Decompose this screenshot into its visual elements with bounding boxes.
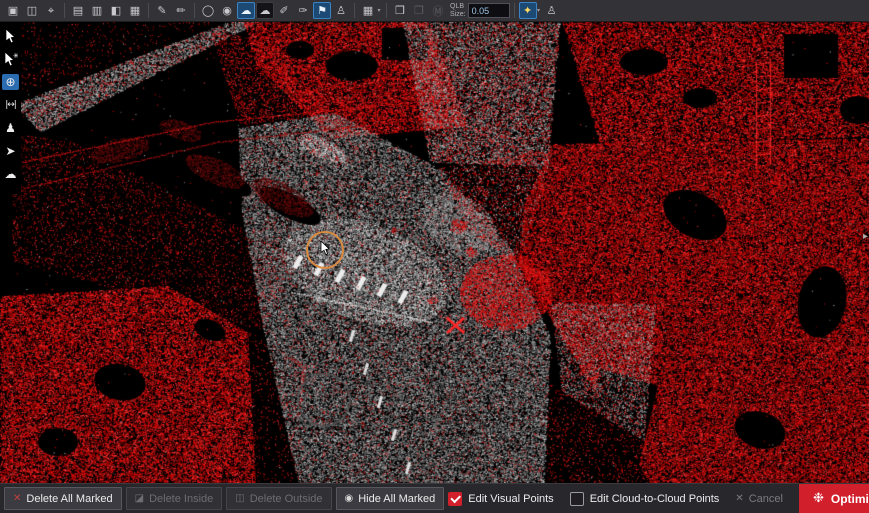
location-pin-icon[interactable]: ⚑ <box>313 2 331 19</box>
left-toolbar: ✳ ⊕ |↔| ♟ ➤ ☁ <box>0 22 21 194</box>
draw-pen-icon[interactable]: ✏ <box>172 2 190 19</box>
image-view-icon[interactable]: ◧ <box>107 2 125 19</box>
delete-inside-label: Delete Inside <box>149 493 213 505</box>
cloud-points-icon[interactable]: ☁ <box>256 2 274 19</box>
delete-outside-label: Delete Outside <box>250 493 323 505</box>
toolbar-separator <box>514 3 515 18</box>
optimize-bundle-label: Optimize Bundle <box>831 492 869 506</box>
optimize-bundle-button[interactable]: ❉ Optimize Bundle <box>799 484 869 513</box>
cursor-star-icon: ✳ <box>4 52 18 67</box>
delete-all-marked-label: Delete All Marked <box>26 493 112 505</box>
toolbar-separator <box>64 3 65 18</box>
select-marked-tool[interactable]: ✳ <box>2 51 19 67</box>
cursor-icon <box>5 29 16 44</box>
select-tool[interactable] <box>2 28 19 44</box>
toolbar-group-laser: ✦ ▾ ♙ <box>519 2 561 19</box>
cancel-x-icon: ✕ <box>735 493 743 504</box>
zoom-region-icon[interactable]: ⌖ <box>42 2 60 19</box>
qlb-size-field: QLB Size: 0.05 <box>450 3 510 18</box>
box-merge-icon[interactable]: Ⓜ <box>429 2 447 19</box>
delete-marked-icon: ✕ <box>13 493 21 504</box>
qlb-size-label-line2: Size: <box>450 11 466 19</box>
toolbar-group-capture: ▣ ◫ ⌖ <box>4 2 60 19</box>
toolbar-group-views: ▤ ▥ ◧ ▦ <box>69 2 144 19</box>
toolbar-separator <box>386 3 387 18</box>
box-3d-icon[interactable]: ❒ <box>391 2 409 19</box>
delete-inside-icon: ◪ <box>135 493 144 504</box>
edit-visual-points-option[interactable]: Edit Visual Points <box>448 492 553 506</box>
edit-visual-points-checkbox[interactable] <box>448 492 462 506</box>
laser-dropdown-caret-icon[interactable]: ▾ <box>536 7 542 14</box>
cancel-button[interactable]: ✕ Cancel <box>735 493 783 505</box>
ellipse-select-icon[interactable]: ◯ <box>199 2 217 19</box>
toolbar-group-grid: ▦ ▾ <box>359 2 382 19</box>
hide-marked-eye-icon: ◉ <box>345 493 354 504</box>
edit-visual-points-label: Edit Visual Points <box>468 493 553 505</box>
photo-view-icon[interactable]: ▤ <box>69 2 87 19</box>
edit-cloud-to-cloud-option[interactable]: Edit Cloud-to-Cloud Points <box>570 492 720 506</box>
qlb-size-label-line1: QLB <box>450 3 466 11</box>
delete-outside-icon: ◫ <box>235 493 244 504</box>
top-toolbar: ▣ ◫ ⌖ ▤ ▥ ◧ ▦ ✎ ✏ ◯ ◉ ☁ ☁ ✐ ✑ ⚑ ♙ ▦ <box>0 0 869 22</box>
qlb-size-label: QLB Size: <box>450 3 466 18</box>
expand-panel-chevron-icon[interactable]: ▸ <box>863 231 868 242</box>
toolbar-group-box: ❒ ❐ Ⓜ QLB Size: 0.05 <box>391 2 510 19</box>
point-cloud-viewport[interactable] <box>0 22 869 483</box>
pano-view-tool[interactable]: ♟ <box>2 120 19 136</box>
bottom-bar: ✕ Delete All Marked ◪ Delete Inside ◫ De… <box>0 483 869 513</box>
video-capture-icon[interactable]: ◫ <box>23 2 41 19</box>
hide-all-marked-label: Hide All Marked <box>358 493 435 505</box>
svg-text:✳: ✳ <box>13 52 18 60</box>
cancel-label: Cancel <box>749 493 783 505</box>
edit-cloud-to-cloud-label: Edit Cloud-to-Cloud Points <box>590 493 720 505</box>
grid-options-icon[interactable]: ▦ <box>359 2 377 19</box>
toolbar-separator <box>194 3 195 18</box>
toolbar-group-draw: ✎ ✏ <box>153 2 190 19</box>
measure-tool[interactable]: |↔| <box>2 97 19 113</box>
walk-mode-icon[interactable]: ♙ <box>543 2 561 19</box>
qlb-size-input[interactable]: 0.05 <box>468 3 510 18</box>
split-view-icon[interactable]: ▥ <box>88 2 106 19</box>
pan-tool[interactable]: ⊕ <box>2 74 19 90</box>
toolbar-separator <box>354 3 355 18</box>
edit-options-group: Edit Visual Points Edit Cloud-to-Cloud P… <box>448 492 719 506</box>
delete-inside-button[interactable]: ◪ Delete Inside <box>126 487 223 510</box>
scan-position-icon[interactable]: ♙ <box>332 2 350 19</box>
point-cloud-editor-window: ▣ ◫ ⌖ ▤ ▥ ◧ ▦ ✎ ✏ ◯ ◉ ☁ ☁ ✐ ✑ ⚑ ♙ ▦ <box>0 0 869 513</box>
toolbar-separator <box>148 3 149 18</box>
table-view-icon[interactable]: ▦ <box>126 2 144 19</box>
stylus-icon[interactable]: ✑ <box>294 2 312 19</box>
laser-highlight-icon[interactable]: ✦ <box>519 2 537 19</box>
mouse-cursor-icon <box>320 241 331 256</box>
grid-dropdown-caret-icon[interactable]: ▾ <box>376 7 382 14</box>
cloud-sync-icon[interactable]: ☁ <box>237 2 255 19</box>
camera-capture-icon[interactable]: ▣ <box>4 2 22 19</box>
box-export-icon[interactable]: ❐ <box>410 2 428 19</box>
point-select-icon[interactable]: ◉ <box>218 2 236 19</box>
delete-all-marked-button[interactable]: ✕ Delete All Marked <box>4 487 122 510</box>
optimize-bundle-icon: ❉ <box>813 491 824 506</box>
toolbar-group-select-cloud: ◯ ◉ ☁ ☁ ✐ ✑ ⚑ ♙ <box>199 2 350 19</box>
edit-cloud-to-cloud-checkbox[interactable] <box>570 492 584 506</box>
delete-outside-button[interactable]: ◫ Delete Outside <box>226 487 331 510</box>
navigate-tool[interactable]: ➤ <box>2 143 19 159</box>
brush-icon[interactable]: ✐ <box>275 2 293 19</box>
marker-pen-icon[interactable]: ✎ <box>153 2 171 19</box>
hide-all-marked-button[interactable]: ◉ Hide All Marked <box>336 487 445 510</box>
cloud-view-tool[interactable]: ☁ <box>2 166 19 182</box>
